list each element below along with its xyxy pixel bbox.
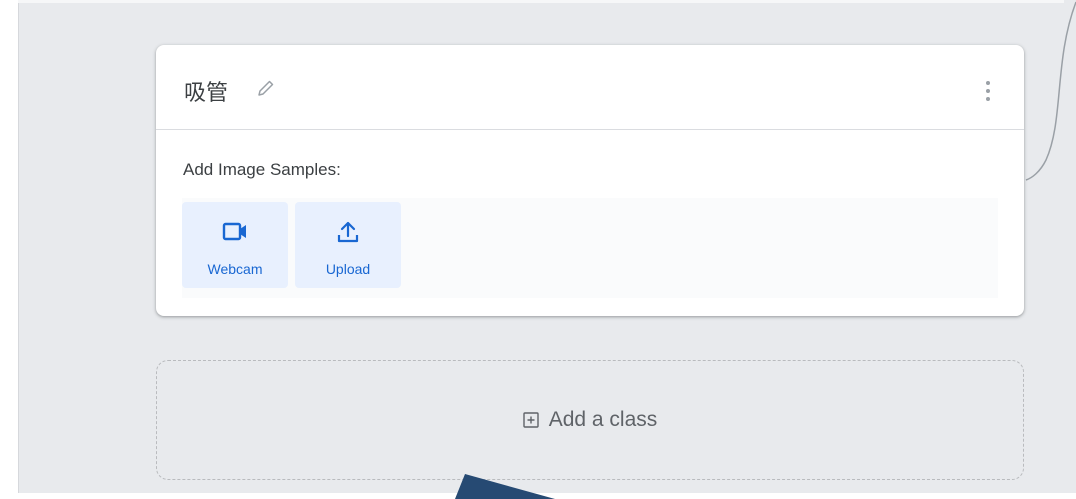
upload-label: Upload bbox=[325, 261, 371, 277]
add-samples-label: Add Image Samples: bbox=[183, 160, 341, 179]
arrow-pointer-icon bbox=[455, 474, 555, 499]
upload-icon bbox=[337, 221, 359, 243]
upload-button[interactable]: Upload bbox=[295, 202, 401, 288]
add-class-label: Add a class bbox=[548, 408, 658, 431]
pencil-icon[interactable] bbox=[256, 78, 276, 98]
webcam-button[interactable]: Webcam bbox=[182, 202, 288, 288]
add-class-content: Add a class bbox=[157, 408, 1023, 432]
plus-box-icon bbox=[523, 412, 539, 428]
class-card: 吸管 Add Image Samples: Webcam Upload bbox=[156, 45, 1024, 316]
videocam-icon bbox=[222, 222, 246, 241]
class-card-header: 吸管 bbox=[156, 45, 1024, 130]
add-class-button[interactable]: Add a class bbox=[156, 360, 1024, 480]
webcam-label: Webcam bbox=[207, 261, 263, 277]
connector-line bbox=[1025, 1, 1076, 181]
workspace-top-edge bbox=[18, 0, 1064, 3]
more-vert-icon[interactable] bbox=[984, 79, 992, 103]
class-name[interactable]: 吸管 bbox=[184, 75, 228, 107]
